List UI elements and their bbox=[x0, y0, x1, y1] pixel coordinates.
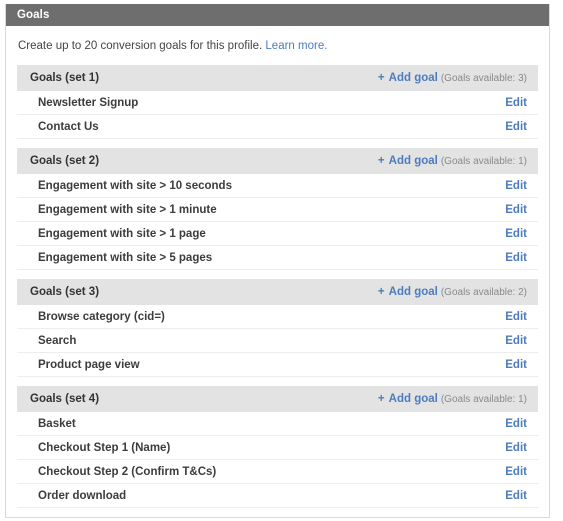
edit-goal-link[interactable]: Edit bbox=[505, 335, 527, 347]
goal-name: Engagement with site > 1 page bbox=[38, 227, 206, 240]
goals-available-text: (Goals available: 1) bbox=[440, 156, 527, 167]
goal-set-header: Goals (set 4) + Add goal (Goals available: … bbox=[17, 386, 538, 412]
goal-row: Engagement with site > 1 minute Edit bbox=[17, 198, 538, 222]
goal-set-title: Goals (set 2) bbox=[30, 155, 100, 167]
intro-text: Create up to 20 conversion goals for thi… bbox=[17, 26, 538, 65]
goal-set-header: Goals (set 3) + Add goal (Goals available: … bbox=[17, 279, 538, 305]
plus-icon: + bbox=[377, 155, 385, 167]
goal-set-title: Goals (set 4) bbox=[30, 393, 100, 405]
goal-name: Checkout Step 1 (Name) bbox=[38, 441, 171, 454]
goals-panel: Goals Create up to 20 conversion goals f… bbox=[5, 4, 550, 518]
panel-body: Create up to 20 conversion goals for thi… bbox=[6, 26, 549, 517]
goal-sets-list: Goals (set 1) + Add goal (Goals available: … bbox=[17, 65, 538, 508]
plus-icon: + bbox=[377, 393, 385, 405]
goal-name: Checkout Step 2 (Confirm T&Cs) bbox=[38, 465, 217, 478]
edit-goal-link[interactable]: Edit bbox=[505, 228, 527, 240]
goals-available-text: (Goals available: 3) bbox=[440, 73, 527, 84]
goal-set-header: Goals (set 1) + Add goal (Goals available: … bbox=[17, 65, 538, 91]
add-goal-link[interactable]: Add goal bbox=[389, 155, 438, 167]
goal-set: Goals (set 3) + Add goal (Goals available: … bbox=[17, 279, 538, 377]
add-goal-link[interactable]: Add goal bbox=[389, 72, 438, 84]
edit-goal-link[interactable]: Edit bbox=[505, 252, 527, 264]
learn-more-link[interactable]: Learn more. bbox=[265, 40, 327, 52]
goal-set-actions: + Add goal (Goals available: 3) bbox=[378, 72, 527, 84]
goal-row: Basket Edit bbox=[17, 412, 538, 436]
goal-row: Contact Us Edit bbox=[17, 115, 538, 139]
goal-row: Engagement with site > 1 page Edit bbox=[17, 222, 538, 246]
edit-goal-link[interactable]: Edit bbox=[505, 490, 527, 502]
goal-name: Product page view bbox=[38, 358, 140, 371]
goal-set-header: Goals (set 2) + Add goal (Goals available: … bbox=[17, 148, 538, 174]
goal-name: Contact Us bbox=[38, 120, 99, 133]
plus-icon: + bbox=[377, 72, 385, 84]
goal-set-title: Goals (set 3) bbox=[30, 286, 100, 298]
goal-name: Engagement with site > 10 seconds bbox=[38, 179, 232, 192]
goal-set-actions: + Add goal (Goals available: 1) bbox=[378, 393, 527, 405]
intro-description: Create up to 20 conversion goals for thi… bbox=[18, 40, 263, 52]
edit-goal-link[interactable]: Edit bbox=[505, 311, 527, 323]
goal-row: Checkout Step 1 (Name) Edit bbox=[17, 436, 538, 460]
goal-name: Search bbox=[38, 334, 77, 347]
goal-name: Engagement with site > 5 pages bbox=[38, 251, 213, 264]
add-goal-link[interactable]: Add goal bbox=[389, 286, 438, 298]
goal-set: Goals (set 1) + Add goal (Goals available: … bbox=[17, 65, 538, 139]
goal-row: Search Edit bbox=[17, 329, 538, 353]
goal-row: Engagement with site > 10 seconds Edit bbox=[17, 174, 538, 198]
goal-set-title: Goals (set 1) bbox=[30, 72, 100, 84]
edit-goal-link[interactable]: Edit bbox=[505, 418, 527, 430]
goal-row: Product page view Edit bbox=[17, 353, 538, 377]
edit-goal-link[interactable]: Edit bbox=[505, 180, 527, 192]
add-goal-link[interactable]: Add goal bbox=[389, 393, 438, 405]
panel-title: Goals bbox=[6, 4, 549, 26]
goals-available-text: (Goals available: 1) bbox=[440, 394, 527, 405]
goal-name: Basket bbox=[38, 417, 76, 430]
edit-goal-link[interactable]: Edit bbox=[505, 466, 527, 478]
goal-name: Engagement with site > 1 minute bbox=[38, 203, 217, 216]
goal-set: Goals (set 4) + Add goal (Goals available: … bbox=[17, 386, 538, 508]
edit-goal-link[interactable]: Edit bbox=[505, 359, 527, 371]
plus-icon: + bbox=[377, 286, 385, 298]
edit-goal-link[interactable]: Edit bbox=[505, 121, 527, 133]
goal-set-actions: + Add goal (Goals available: 1) bbox=[378, 155, 527, 167]
goal-name: Browse category (cid=) bbox=[38, 310, 165, 323]
goal-row: Order download Edit bbox=[17, 484, 538, 508]
edit-goal-link[interactable]: Edit bbox=[505, 204, 527, 216]
goal-set-actions: + Add goal (Goals available: 2) bbox=[378, 286, 527, 298]
goal-row: Checkout Step 2 (Confirm T&Cs) Edit bbox=[17, 460, 538, 484]
goal-name: Newsletter Signup bbox=[38, 96, 139, 109]
goal-set: Goals (set 2) + Add goal (Goals available: … bbox=[17, 148, 538, 270]
goals-settings-page: Goals Create up to 20 conversion goals f… bbox=[0, 0, 563, 521]
goals-available-text: (Goals available: 2) bbox=[440, 287, 527, 298]
goal-name: Order download bbox=[38, 489, 127, 502]
edit-goal-link[interactable]: Edit bbox=[505, 442, 527, 454]
goal-row: Newsletter Signup Edit bbox=[17, 91, 538, 115]
goal-row: Engagement with site > 5 pages Edit bbox=[17, 246, 538, 270]
goal-row: Browse category (cid=) Edit bbox=[17, 305, 538, 329]
edit-goal-link[interactable]: Edit bbox=[505, 97, 527, 109]
